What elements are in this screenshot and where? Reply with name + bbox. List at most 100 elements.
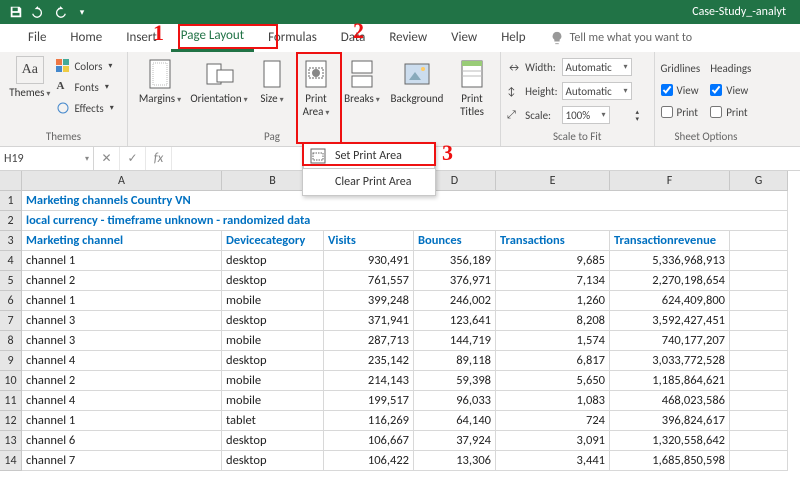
name-box[interactable]: H19 xyxy=(0,147,94,170)
row-header[interactable]: 12 xyxy=(0,411,22,431)
cell[interactable]: Marketing channel xyxy=(22,231,222,251)
clear-print-area-item[interactable]: Clear Print Area xyxy=(303,169,435,195)
fonts-button[interactable]: AFonts▾ xyxy=(52,77,117,97)
cell[interactable]: channel 1 xyxy=(22,251,222,271)
print-titles-button[interactable]: Print Titles xyxy=(450,54,494,120)
cell[interactable] xyxy=(730,391,788,411)
cell[interactable]: 37,924 xyxy=(414,431,496,451)
cell[interactable] xyxy=(730,231,788,251)
cell[interactable]: 2,270,198,654 xyxy=(610,271,730,291)
tab-page-layout[interactable]: Page Layout xyxy=(171,24,254,52)
row-header[interactable]: 1 xyxy=(0,191,22,211)
headings-view-checkbox[interactable]: View xyxy=(710,84,751,97)
row-header[interactable]: 3 xyxy=(0,231,22,251)
row-header[interactable]: 10 xyxy=(0,371,22,391)
fx-button[interactable]: fx xyxy=(146,147,172,170)
tab-formulas[interactable]: Formulas xyxy=(258,26,327,51)
tab-insert[interactable]: Insert xyxy=(116,26,167,51)
cell[interactable]: 246,002 xyxy=(414,291,496,311)
row-header[interactable]: 4 xyxy=(0,251,22,271)
cell[interactable]: channel 7 xyxy=(22,451,222,471)
cell[interactable]: mobile xyxy=(222,291,324,311)
cell[interactable] xyxy=(730,291,788,311)
cell[interactable] xyxy=(730,351,788,371)
enter-button[interactable]: ✓ xyxy=(120,147,146,170)
cell[interactable]: 371,941 xyxy=(324,311,414,331)
cell[interactable] xyxy=(730,371,788,391)
cell[interactable]: 13,306 xyxy=(414,451,496,471)
cell[interactable]: 3,091 xyxy=(496,431,610,451)
cell[interactable]: 96,033 xyxy=(414,391,496,411)
cell[interactable]: channel 4 xyxy=(22,391,222,411)
cell[interactable]: channel 4 xyxy=(22,351,222,371)
cell[interactable]: 761,557 xyxy=(324,271,414,291)
tab-home[interactable]: Home xyxy=(60,26,112,51)
cell[interactable]: 7,134 xyxy=(496,271,610,291)
cell[interactable]: channel 2 xyxy=(22,371,222,391)
cell[interactable]: channel 1 xyxy=(22,411,222,431)
cell[interactable]: desktop xyxy=(222,271,324,291)
cell[interactable]: 59,398 xyxy=(414,371,496,391)
cell[interactable]: desktop xyxy=(222,311,324,331)
cell[interactable]: tablet xyxy=(222,411,324,431)
cell[interactable]: 1,260 xyxy=(496,291,610,311)
row-header[interactable]: 8 xyxy=(0,331,22,351)
col-header[interactable]: F xyxy=(610,171,730,191)
col-header[interactable]: A xyxy=(22,171,222,191)
tab-review[interactable]: Review xyxy=(379,26,437,51)
cell[interactable]: 106,422 xyxy=(324,451,414,471)
tab-view[interactable]: View xyxy=(441,26,487,51)
orientation-button[interactable]: Orientation xyxy=(188,54,250,109)
size-button[interactable]: Size xyxy=(252,54,292,109)
cell[interactable]: 199,517 xyxy=(324,391,414,411)
cell[interactable]: 1,083 xyxy=(496,391,610,411)
width-input[interactable]: Automatic xyxy=(562,58,632,76)
scale-spinner[interactable]: ▴▾ xyxy=(636,108,648,122)
cell[interactable] xyxy=(730,311,788,331)
gridlines-view-checkbox[interactable]: View xyxy=(661,84,701,97)
row-header[interactable]: 13 xyxy=(0,431,22,451)
cell[interactable] xyxy=(730,331,788,351)
cell[interactable]: 724 xyxy=(496,411,610,431)
cell[interactable]: Visits xyxy=(324,231,414,251)
cancel-button[interactable]: ✕ xyxy=(94,147,120,170)
cell[interactable]: 468,023,586 xyxy=(610,391,730,411)
cell[interactable]: 89,118 xyxy=(414,351,496,371)
cell[interactable]: 5,650 xyxy=(496,371,610,391)
cell[interactable]: 930,491 xyxy=(324,251,414,271)
redo-button[interactable] xyxy=(50,2,70,22)
cell[interactable]: desktop xyxy=(222,431,324,451)
cell[interactable]: channel 3 xyxy=(22,331,222,351)
cell[interactable]: 214,143 xyxy=(324,371,414,391)
cell[interactable]: 1,685,850,598 xyxy=(610,451,730,471)
cell[interactable]: 106,667 xyxy=(324,431,414,451)
gridlines-print-checkbox[interactable]: Print xyxy=(661,106,701,119)
cell[interactable]: desktop xyxy=(222,451,324,471)
background-button[interactable]: Background xyxy=(386,54,448,107)
cell[interactable]: 5,336,968,913 xyxy=(610,251,730,271)
qat-customize[interactable]: ▾ xyxy=(72,2,92,22)
cell[interactable]: 1,185,864,621 xyxy=(610,371,730,391)
cell[interactable]: 3,592,427,451 xyxy=(610,311,730,331)
cell[interactable]: 376,971 xyxy=(414,271,496,291)
cell[interactable]: mobile xyxy=(222,391,324,411)
col-header[interactable]: G xyxy=(730,171,788,191)
cell[interactable] xyxy=(730,251,788,271)
tab-file[interactable]: File xyxy=(18,26,56,51)
cell[interactable]: Devicecategory xyxy=(222,231,324,251)
cell[interactable]: 740,177,207 xyxy=(610,331,730,351)
headings-print-checkbox[interactable]: Print xyxy=(710,106,751,119)
cell[interactable]: Transactionrevenue xyxy=(610,231,730,251)
margins-button[interactable]: Margins xyxy=(134,54,186,109)
cell[interactable]: 287,713 xyxy=(324,331,414,351)
cell[interactable]: 356,189 xyxy=(414,251,496,271)
cell[interactable]: 1,574 xyxy=(496,331,610,351)
cell[interactable]: 144,719 xyxy=(414,331,496,351)
cell[interactable]: 123,641 xyxy=(414,311,496,331)
print-area-button[interactable]: Print Area xyxy=(294,54,338,122)
cell[interactable]: desktop xyxy=(222,351,324,371)
cell[interactable]: desktop xyxy=(222,251,324,271)
set-print-area-item[interactable]: Set Print Area xyxy=(303,143,435,169)
formula-input[interactable] xyxy=(172,147,800,170)
cell[interactable]: local currency - timeframe unknown - ran… xyxy=(22,211,788,231)
